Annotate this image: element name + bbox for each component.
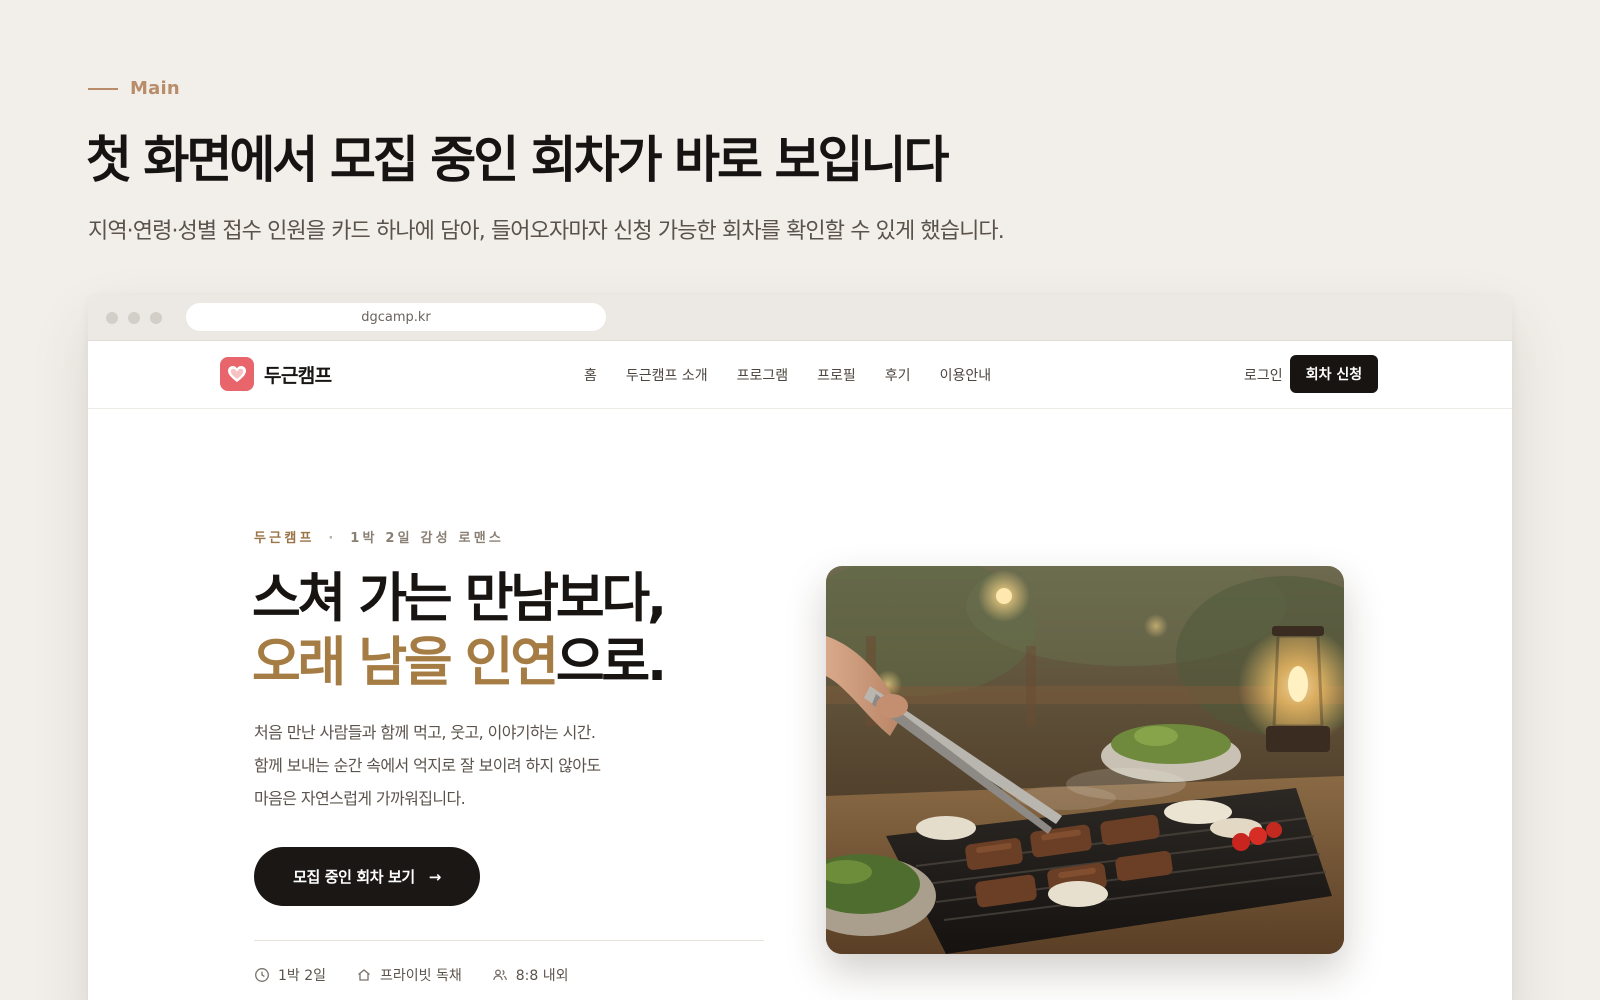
hero-title: 스쳐 가는 만남보다, 오래 남을 인연으로. (252, 567, 667, 695)
site-header: 두근캠프 홈 두근캠프 소개 프로그램 프로필 후기 이용안내 로그인 회차 신… (88, 341, 1512, 409)
nav-item-home[interactable]: 홈 (584, 365, 597, 385)
section-description: 지역·연령·성별 접수 인원을 카드 하나에 담아, 들어오자마자 신청 가능한… (88, 219, 1005, 244)
hero-section: 두근캠프 · 1박 2일 감성 로맨스 스쳐 가는 만남보다, 오래 남을 인연… (88, 409, 1512, 1000)
hero-eyebrow-tagline: 1박 2일 감성 로맨스 (350, 531, 505, 546)
view-open-sessions-button[interactable]: 모집 중인 회차 보기 → (254, 847, 480, 906)
window-dot-maximize[interactable] (150, 312, 162, 324)
apply-session-button[interactable]: 회차 신청 (1290, 355, 1378, 393)
site-logo-text: 두근캠프 (264, 364, 332, 387)
hero-description-line: 처음 만난 사람들과 함께 먹고, 웃고, 이야기하는 시간. (254, 723, 596, 742)
nav-item-reviews[interactable]: 후기 (885, 365, 911, 385)
eyebrow-label: Main (130, 78, 180, 99)
house-icon (356, 967, 372, 983)
window-dot-minimize[interactable] (128, 312, 140, 324)
hero-divider (254, 940, 764, 941)
address-bar[interactable]: dgcamp.kr (186, 303, 606, 331)
browser-window: dgcamp.kr 두근캠프 홈 두근캠프 소개 프로그램 프로필 후기 이용안… (88, 295, 1512, 1000)
hero-eyebrow: 두근캠프 · 1박 2일 감성 로맨스 (254, 527, 504, 546)
nav-item-program[interactable]: 프로그램 (737, 365, 789, 385)
section-title: 첫 화면에서 모집 중인 회차가 바로 보입니다 (86, 131, 949, 189)
site-logo[interactable]: 두근캠프 (220, 357, 332, 391)
cta-label: 모집 중인 회차 보기 (293, 868, 415, 886)
main-nav: 홈 두근캠프 소개 프로그램 프로필 후기 이용안내 (584, 365, 991, 385)
bbq-grill-photo (826, 566, 1344, 954)
nav-item-profile[interactable]: 프로필 (817, 365, 856, 385)
arrow-right-icon: → (428, 867, 442, 886)
hero-title-line1: 스쳐 가는 만남보다, (252, 568, 667, 629)
hero-meta: 1박 2일 프라이빗 독채 8:8 내외 (254, 965, 599, 985)
meta-ratio: 8:8 내외 (492, 965, 569, 985)
hero-title-accent: 오래 남을 인연 (252, 632, 559, 693)
hero-eyebrow-separator: · (328, 531, 337, 546)
clock-icon (254, 967, 270, 983)
hero-title-line2-rest: 으로. (555, 632, 667, 693)
hero-eyebrow-brand: 두근캠프 (254, 531, 315, 546)
meta-lodging: 프라이빗 독채 (356, 965, 462, 985)
login-link[interactable]: 로그인 (1244, 365, 1283, 385)
hero-description-line: 마음은 자연스럽게 가까워집니다. (254, 789, 466, 808)
browser-chrome: dgcamp.kr (88, 295, 1512, 341)
hero-description-line: 함께 보내는 순간 속에서 억지로 잘 보이려 하지 않아도 (254, 756, 601, 775)
meta-duration: 1박 2일 (254, 965, 326, 985)
users-icon (492, 967, 508, 983)
heart-logo-icon (220, 357, 254, 391)
meta-ratio-text: 8:8 내외 (515, 968, 569, 984)
eyebrow-line (88, 87, 118, 90)
window-dot-close[interactable] (106, 312, 118, 324)
section-eyebrow: Main (88, 78, 180, 99)
nav-item-guide[interactable]: 이용안내 (940, 365, 992, 385)
hero-description: 처음 만난 사람들과 함께 먹고, 웃고, 이야기하는 시간. 함께 보내는 순… (254, 716, 674, 815)
nav-item-about[interactable]: 두근캠프 소개 (626, 365, 708, 385)
meta-duration-text: 1박 2일 (278, 968, 327, 984)
meta-lodging-text: 프라이빗 독채 (380, 968, 462, 984)
